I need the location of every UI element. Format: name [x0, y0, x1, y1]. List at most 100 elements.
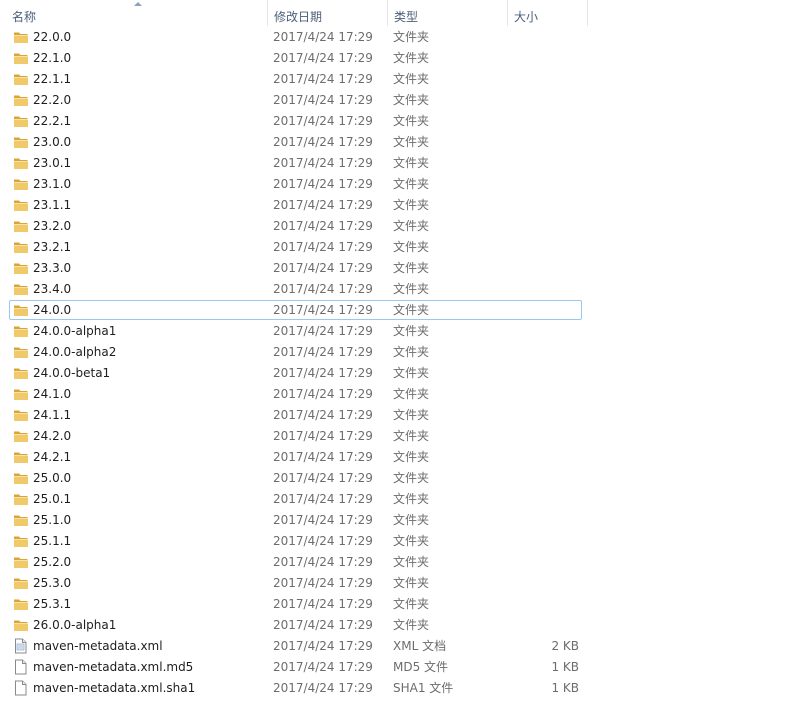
- list-item[interactable]: 24.0.0-alpha1 2017/4/24 17:29 文件夹: [0, 321, 809, 342]
- list-item[interactable]: 24.2.1 2017/4/24 17:29 文件夹: [0, 447, 809, 468]
- item-modified-date: 2017/4/24 17:29: [273, 534, 373, 548]
- item-modified-date: 2017/4/24 17:29: [273, 471, 373, 485]
- item-modified-date: 2017/4/24 17:29: [273, 345, 373, 359]
- xml-file-icon: [13, 638, 29, 654]
- list-item[interactable]: 24.2.0 2017/4/24 17:29 文件夹: [0, 426, 809, 447]
- item-type: 文件夹: [393, 114, 430, 128]
- item-name: 22.0.0: [33, 30, 72, 44]
- list-item[interactable]: 26.0.0-alpha1 2017/4/24 17:29 文件夹: [0, 615, 809, 636]
- item-type: 文件夹: [393, 471, 430, 485]
- item-name: 23.1.1: [33, 198, 72, 212]
- item-type: 文件夹: [393, 93, 430, 107]
- list-item[interactable]: 25.0.1 2017/4/24 17:29 文件夹: [0, 489, 809, 510]
- item-modified-date: 2017/4/24 17:29: [273, 576, 373, 590]
- item-type: 文件夹: [393, 366, 430, 380]
- item-name: 25.2.0: [33, 555, 72, 569]
- item-type: 文件夹: [393, 492, 430, 506]
- folder-icon: [13, 155, 29, 171]
- list-item[interactable]: 24.1.0 2017/4/24 17:29 文件夹: [0, 384, 809, 405]
- list-item[interactable]: 25.1.1 2017/4/24 17:29 文件夹: [0, 531, 809, 552]
- folder-icon: [13, 281, 29, 297]
- list-item[interactable]: 23.0.0 2017/4/24 17:29 文件夹: [0, 132, 809, 153]
- list-item[interactable]: 25.0.0 2017/4/24 17:29 文件夹: [0, 468, 809, 489]
- folder-icon: [13, 323, 29, 339]
- item-modified-date: 2017/4/24 17:29: [273, 408, 373, 422]
- item-type: 文件夹: [393, 177, 430, 191]
- item-name: 23.0.1: [33, 156, 72, 170]
- list-item[interactable]: 22.2.0 2017/4/24 17:29 文件夹: [0, 90, 809, 111]
- list-item[interactable]: maven-metadata.xml 2017/4/24 17:29 XML 文档 2…: [0, 636, 809, 657]
- list-item[interactable]: 25.2.0 2017/4/24 17:29 文件夹: [0, 552, 809, 573]
- item-modified-date: 2017/4/24 17:29: [273, 387, 373, 401]
- file-list-view: 名称 修改日期 类型 大小 22.0.0 2017/4/24 17:29 文件夹 22…: [0, 0, 809, 703]
- list-item[interactable]: maven-metadata.xml.md5 2017/4/24 17:29 MD5…: [0, 657, 809, 678]
- item-modified-date: 2017/4/24 17:29: [273, 513, 373, 527]
- list-item[interactable]: 23.0.1 2017/4/24 17:29 文件夹: [0, 153, 809, 174]
- list-item[interactable]: 24.0.0-alpha2 2017/4/24 17:29 文件夹: [0, 342, 809, 363]
- list-item[interactable]: 23.2.1 2017/4/24 17:29 文件夹: [0, 237, 809, 258]
- item-type: 文件夹: [393, 387, 430, 401]
- column-header-divider[interactable]: [587, 0, 588, 26]
- item-type: MD5 文件: [393, 660, 449, 674]
- file-rows: 22.0.0 2017/4/24 17:29 文件夹 22.1.0 2017/4/24 …: [0, 27, 809, 699]
- item-name: 24.0.0-beta1: [33, 366, 111, 380]
- folder-icon: [13, 71, 29, 87]
- item-type: 文件夹: [393, 324, 430, 338]
- column-header-type-label: 类型: [394, 10, 419, 24]
- item-modified-date: 2017/4/24 17:29: [273, 177, 373, 191]
- item-name: 24.2.0: [33, 429, 72, 443]
- column-header-size[interactable]: 大小: [507, 0, 587, 26]
- list-item[interactable]: 22.2.1 2017/4/24 17:29 文件夹: [0, 111, 809, 132]
- list-item[interactable]: 22.0.0 2017/4/24 17:29 文件夹: [0, 27, 809, 48]
- item-name: 24.2.1: [33, 450, 72, 464]
- list-item[interactable]: 22.1.1 2017/4/24 17:29 文件夹: [0, 69, 809, 90]
- item-type: 文件夹: [393, 240, 430, 254]
- list-item[interactable]: 25.3.1 2017/4/24 17:29 文件夹: [0, 594, 809, 615]
- list-item[interactable]: 23.1.1 2017/4/24 17:29 文件夹: [0, 195, 809, 216]
- item-modified-date: 2017/4/24 17:29: [273, 198, 373, 212]
- folder-icon: [13, 428, 29, 444]
- list-item[interactable]: maven-metadata.xml.sha1 2017/4/24 17:29 SH…: [0, 678, 809, 699]
- item-modified-date: 2017/4/24 17:29: [273, 555, 373, 569]
- item-type: 文件夹: [393, 72, 430, 86]
- list-item[interactable]: 25.3.0 2017/4/24 17:29 文件夹: [0, 573, 809, 594]
- folder-icon: [13, 218, 29, 234]
- item-name: 25.3.0: [33, 576, 72, 590]
- folder-icon: [13, 617, 29, 633]
- file-icon: [13, 659, 29, 675]
- item-type: 文件夹: [393, 198, 430, 212]
- item-name: 23.2.0: [33, 219, 72, 233]
- item-modified-date: 2017/4/24 17:29: [273, 135, 373, 149]
- list-item[interactable]: 24.0.0 2017/4/24 17:29 文件夹: [0, 300, 809, 321]
- list-item[interactable]: 24.0.0-beta1 2017/4/24 17:29 文件夹: [0, 363, 809, 384]
- list-item[interactable]: 23.1.0 2017/4/24 17:29 文件夹: [0, 174, 809, 195]
- item-type: 文件夹: [393, 345, 430, 359]
- item-type: 文件夹: [393, 30, 430, 44]
- list-item[interactable]: 25.1.0 2017/4/24 17:29 文件夹: [0, 510, 809, 531]
- column-header-date[interactable]: 修改日期: [267, 0, 387, 26]
- item-type: 文件夹: [393, 576, 430, 590]
- folder-icon: [13, 260, 29, 276]
- sort-ascending-icon: [134, 2, 142, 6]
- item-name: 24.0.0-alpha2: [33, 345, 117, 359]
- folder-icon: [13, 197, 29, 213]
- folder-icon: [13, 554, 29, 570]
- list-item[interactable]: 23.3.0 2017/4/24 17:29 文件夹: [0, 258, 809, 279]
- list-item[interactable]: 22.1.0 2017/4/24 17:29 文件夹: [0, 48, 809, 69]
- item-name: 24.0.0-alpha1: [33, 324, 117, 338]
- folder-icon: [13, 344, 29, 360]
- item-type: 文件夹: [393, 513, 430, 527]
- folder-icon: [13, 50, 29, 66]
- column-header-type[interactable]: 类型: [387, 0, 507, 26]
- item-modified-date: 2017/4/24 17:29: [273, 429, 373, 443]
- folder-icon: [13, 239, 29, 255]
- list-item[interactable]: 23.2.0 2017/4/24 17:29 文件夹: [0, 216, 809, 237]
- folder-icon: [13, 407, 29, 423]
- list-item[interactable]: 24.1.1 2017/4/24 17:29 文件夹: [0, 405, 809, 426]
- list-item[interactable]: 23.4.0 2017/4/24 17:29 文件夹: [0, 279, 809, 300]
- folder-icon: [13, 176, 29, 192]
- item-modified-date: 2017/4/24 17:29: [273, 72, 373, 86]
- item-modified-date: 2017/4/24 17:29: [273, 660, 373, 674]
- item-modified-date: 2017/4/24 17:29: [273, 324, 373, 338]
- column-header-name[interactable]: 名称: [4, 0, 267, 26]
